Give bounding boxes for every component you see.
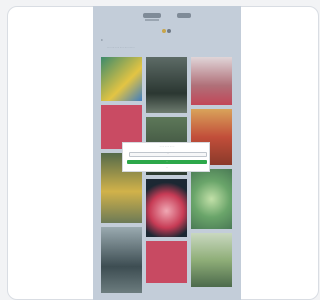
accept-button[interactable]: … xyxy=(127,160,207,164)
decline-link[interactable]: … xyxy=(129,167,205,169)
consent-message: … … … … … … xyxy=(159,146,175,148)
cookie-consent-dialog: … … … … … … … … … xyxy=(122,142,210,172)
mobile-page-screenshot: ≡ … … … … … … … … … … … … … … … … … … … … xyxy=(93,6,241,300)
cookie-consent-overlay: … … … … … … … … … xyxy=(93,6,241,300)
settings-button[interactable]: … xyxy=(129,152,207,157)
